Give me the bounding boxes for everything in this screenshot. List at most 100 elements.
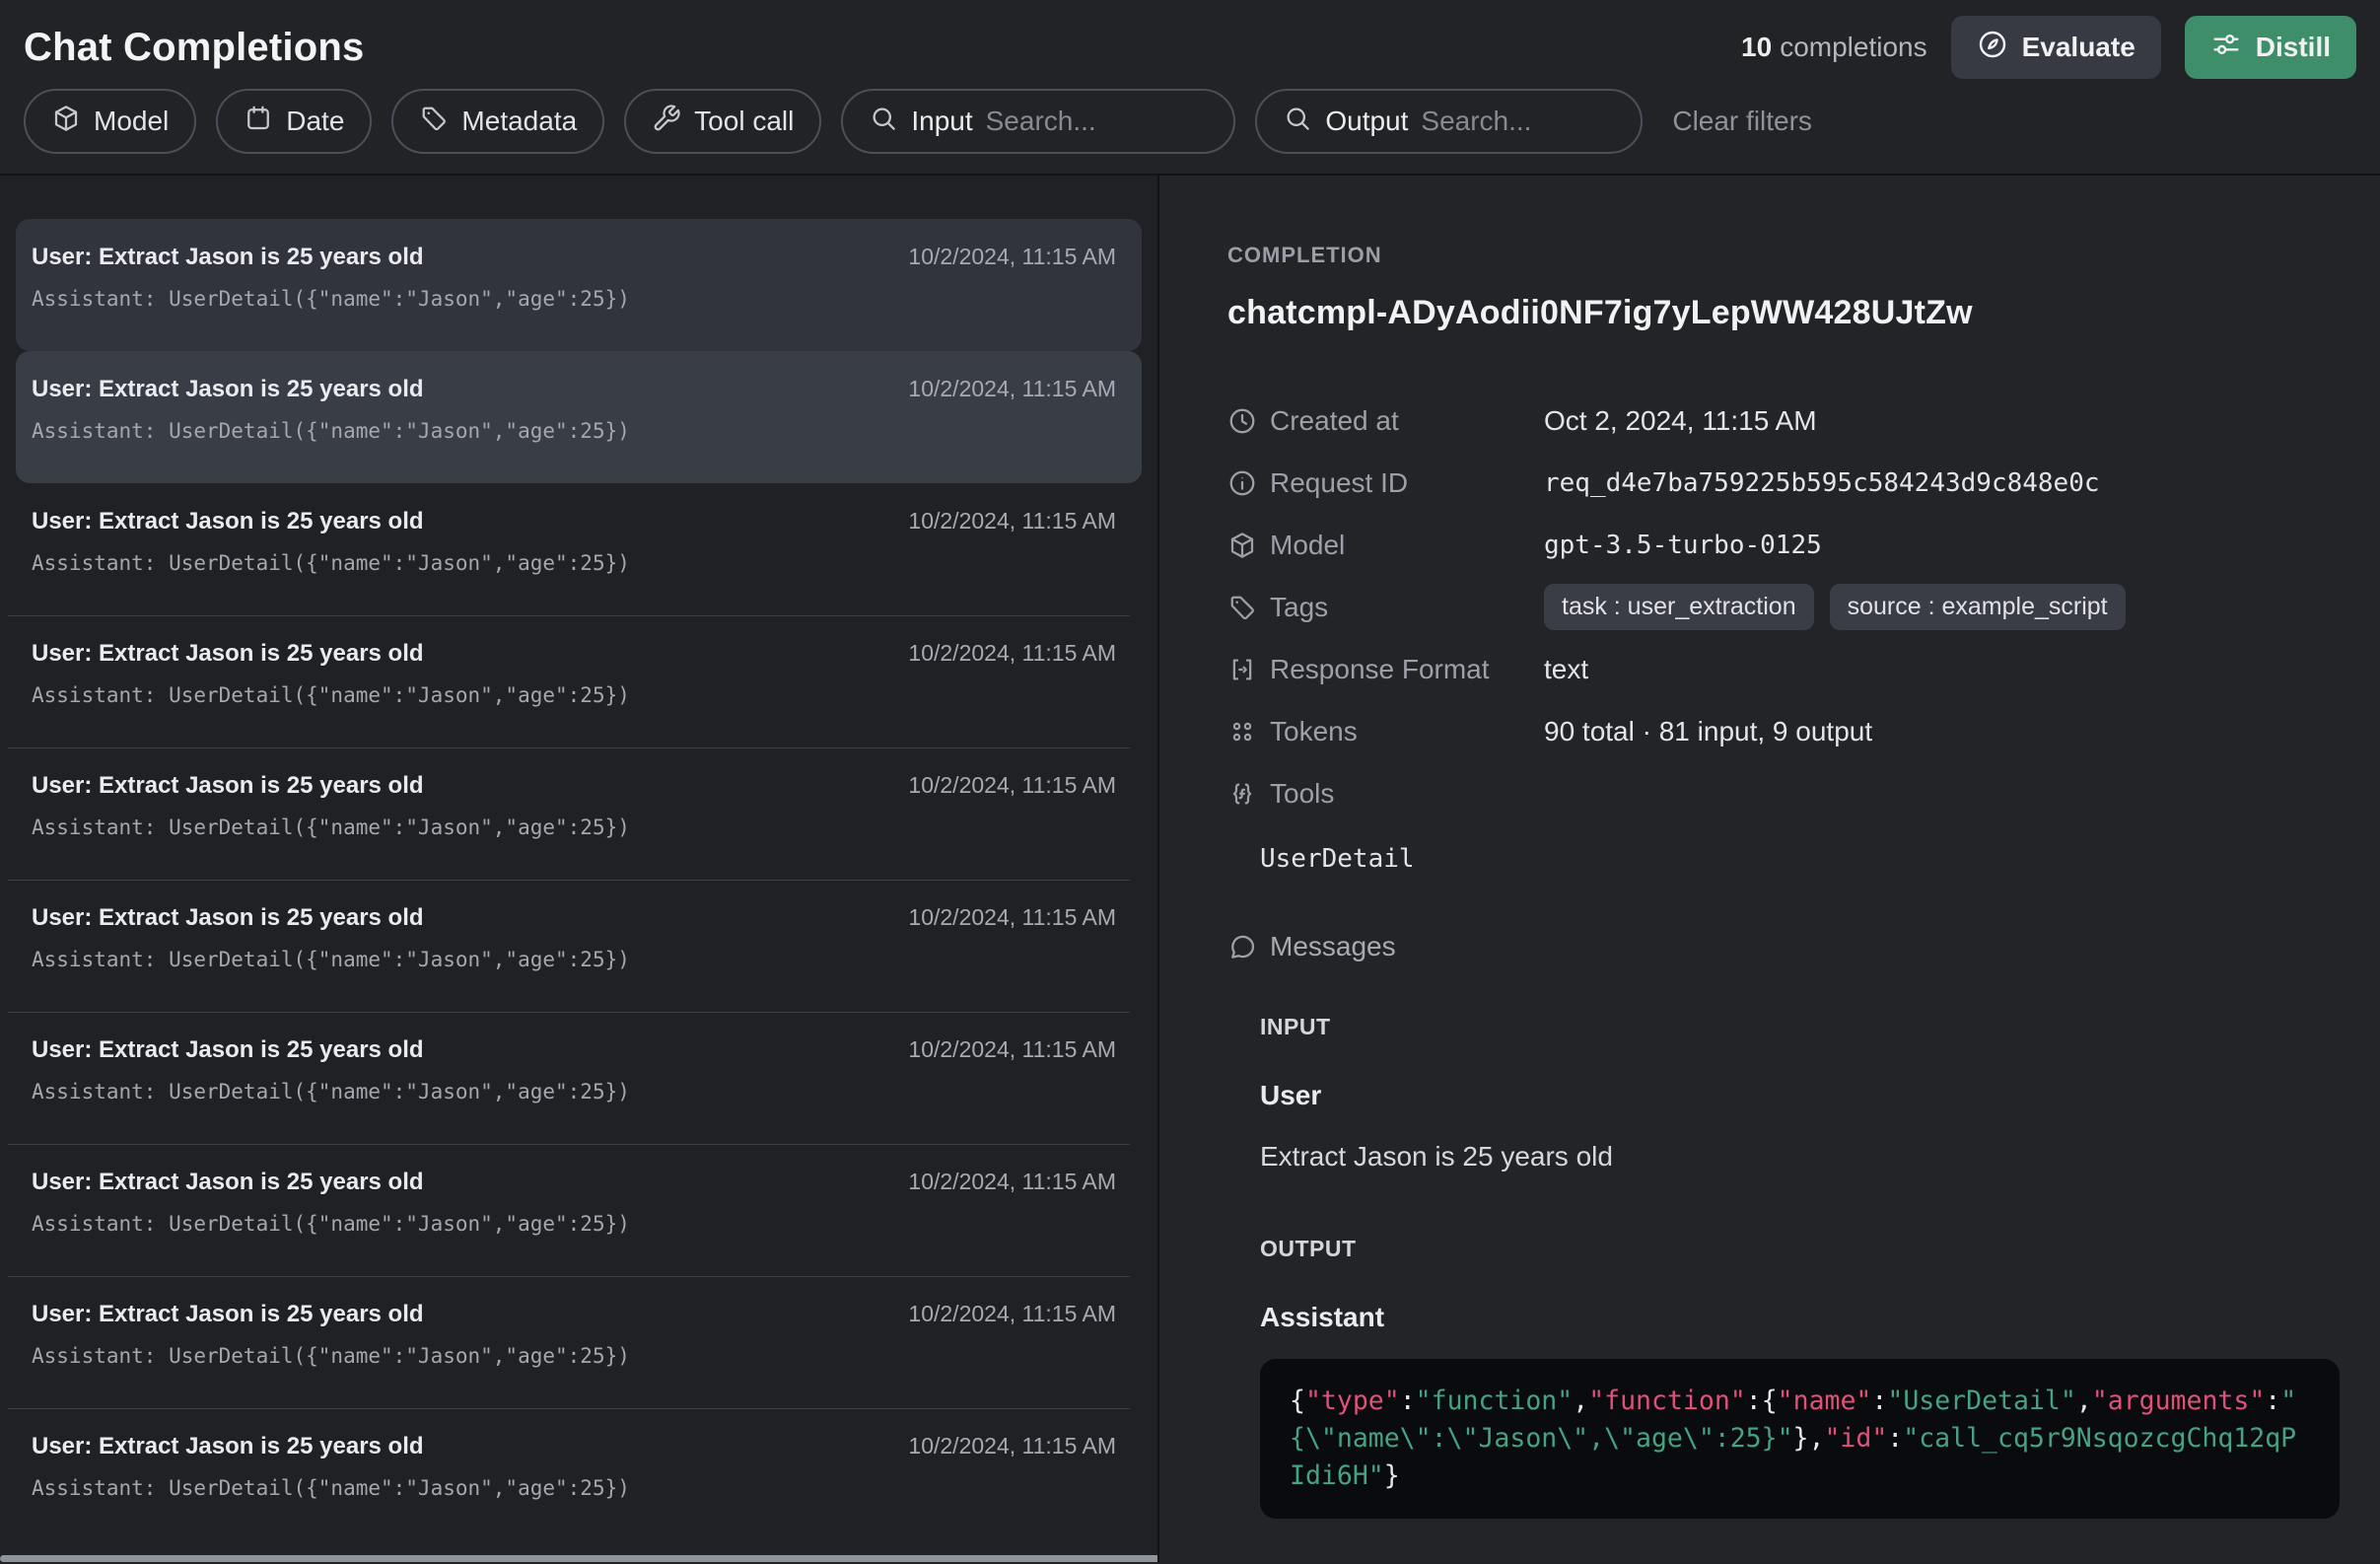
- item-timestamp: 10/2/2024, 11:15 AM: [908, 1169, 1116, 1195]
- completion-id: chatcmpl-ADyAodii0NF7ig7yLepWW428UJtZw: [1227, 294, 2341, 332]
- search-icon: [869, 104, 898, 140]
- item-assistant-text: Assistant: UserDetail({"name":"Jason","a…: [32, 948, 1116, 971]
- wrench-icon: [652, 104, 681, 140]
- field-row-created-at: Created atOct 2, 2024, 11:15 AM: [1227, 390, 2341, 452]
- completions-count: 10 completions: [1741, 32, 1927, 63]
- completion-list-item[interactable]: User: Extract Jason is 25 years old 10/2/…: [16, 483, 1142, 615]
- item-timestamp: 10/2/2024, 11:15 AM: [908, 1433, 1116, 1459]
- field-label: Tools: [1270, 778, 1544, 810]
- calendar-icon: [244, 104, 273, 140]
- compass-icon: [1977, 29, 2008, 67]
- field-label: Response Format: [1270, 654, 1544, 685]
- output-role: Assistant: [1260, 1302, 2341, 1333]
- item-assistant-text: Assistant: UserDetail({"name":"Jason","a…: [32, 683, 1116, 707]
- item-user-text: User: Extract Jason is 25 years old: [32, 376, 424, 403]
- field-value: req_d4e7ba759225b595c584243d9c848e0c: [1544, 468, 2100, 498]
- completion-list-item[interactable]: User: Extract Jason is 25 years old 10/2/…: [16, 351, 1142, 483]
- filter-pill-metadata[interactable]: Metadata: [391, 89, 604, 154]
- field-row-request-id: Request IDreq_d4e7ba759225b595c584243d9c…: [1227, 452, 2341, 514]
- input-section-label: INPUT: [1260, 1014, 2341, 1040]
- input-search[interactable]: Input: [841, 89, 1235, 154]
- item-assistant-text: Assistant: UserDetail({"name":"Jason","a…: [32, 1212, 1116, 1236]
- tag-chip: source : example_script: [1830, 584, 2126, 630]
- field-value: gpt-3.5-turbo-0125: [1544, 531, 1822, 560]
- item-timestamp: 10/2/2024, 11:15 AM: [908, 1301, 1116, 1327]
- clear-filters-link[interactable]: Clear filters: [1672, 106, 1812, 137]
- tools-list: UserDetail: [1260, 844, 2341, 874]
- distill-button[interactable]: Distill: [2185, 16, 2356, 79]
- field-label: Model: [1270, 530, 1544, 561]
- filter-bar: ModelDateMetadataTool call Input Output …: [24, 87, 2356, 156]
- item-timestamp: 10/2/2024, 11:15 AM: [908, 244, 1116, 270]
- completion-list-item[interactable]: User: Extract Jason is 25 years old 10/2/…: [16, 880, 1142, 1012]
- evaluate-button[interactable]: Evaluate: [1951, 16, 2161, 79]
- item-timestamp: 10/2/2024, 11:15 AM: [908, 904, 1116, 931]
- completion-list-item[interactable]: User: Extract Jason is 25 years old10/2/…: [16, 1144, 1142, 1276]
- distill-button-label: Distill: [2256, 32, 2331, 63]
- item-assistant-text: Assistant: UserDetail({"name":"Jason","a…: [32, 816, 1116, 839]
- filter-pill-label: Tool call: [694, 106, 794, 137]
- filter-pill-date[interactable]: Date: [216, 89, 372, 154]
- field-row-tags: Tagstask : user_extractionsource : examp…: [1227, 576, 2341, 638]
- filter-pill-model[interactable]: Model: [24, 89, 196, 154]
- clock-icon: [1227, 406, 1257, 436]
- response-format-icon: [1227, 655, 1257, 684]
- item-assistant-text: Assistant: UserDetail({"name":"Jason","a…: [32, 1080, 1116, 1103]
- completion-list-item[interactable]: User: Extract Jason is 25 years old10/2/…: [16, 1012, 1142, 1144]
- filter-pill-label: Model: [94, 106, 169, 137]
- field-row-tools: Tools: [1227, 762, 2341, 824]
- cube-icon: [1227, 531, 1257, 560]
- field-row-response-format: Response Formattext: [1227, 638, 2341, 700]
- completion-list-item[interactable]: User: Extract Jason is 25 years old 10/2/…: [16, 1276, 1142, 1408]
- item-assistant-text: Assistant: UserDetail({"name":"Jason","a…: [32, 287, 1116, 311]
- completion-list-item[interactable]: User: Extract Jason is 25 years old 10/2/…: [16, 615, 1142, 747]
- completion-list-item[interactable]: User: Extract Jason is 25 years old10/2/…: [16, 1408, 1142, 1540]
- item-assistant-text: Assistant: UserDetail({"name":"Jason","a…: [32, 419, 1116, 443]
- item-user-text: User: Extract Jason is 25 years old: [32, 904, 424, 932]
- chat-bubble-icon: [1227, 932, 1257, 961]
- messages-section-header: Messages: [1227, 931, 2341, 962]
- completion-detail-panel: COMPLETION chatcmpl-ADyAodii0NF7ig7yLepW…: [1159, 176, 2380, 1562]
- item-timestamp: 10/2/2024, 11:15 AM: [908, 508, 1116, 534]
- item-user-text: User: Extract Jason is 25 years old: [32, 508, 424, 535]
- item-user-text: User: Extract Jason is 25 years old: [32, 1301, 424, 1328]
- item-user-text: User: Extract Jason is 25 years old: [32, 772, 424, 800]
- item-user-text: User: Extract Jason is 25 years old: [32, 640, 424, 668]
- input-message-text: Extract Jason is 25 years old: [1260, 1141, 2341, 1173]
- item-timestamp: 10/2/2024, 11:15 AM: [908, 1036, 1116, 1063]
- field-label: Tokens: [1270, 716, 1544, 747]
- item-timestamp: 10/2/2024, 11:15 AM: [908, 772, 1116, 799]
- output-search[interactable]: Output: [1255, 89, 1643, 154]
- output-search-field[interactable]: [1421, 106, 1615, 137]
- tokens-icon: [1227, 717, 1257, 746]
- item-timestamp: 10/2/2024, 11:15 AM: [908, 640, 1116, 667]
- input-search-field[interactable]: [986, 106, 1209, 137]
- completions-count-number: 10: [1741, 32, 1772, 62]
- search-icon: [1283, 104, 1312, 140]
- tag-icon: [1227, 593, 1257, 622]
- item-assistant-text: Assistant: UserDetail({"name":"Jason","a…: [32, 1476, 1116, 1500]
- filter-pill-label: Date: [286, 106, 344, 137]
- messages-label: Messages: [1270, 931, 1396, 962]
- cube-icon: [51, 104, 81, 140]
- filter-pill-tool-call[interactable]: Tool call: [624, 89, 821, 154]
- completion-section-label: COMPLETION: [1227, 243, 2341, 268]
- braces-icon: [1227, 779, 1257, 809]
- item-assistant-text: Assistant: UserDetail({"name":"Jason","a…: [32, 1344, 1116, 1368]
- app-header: Chat Completions 10completions Evaluate …: [0, 0, 2380, 176]
- tool-name: UserDetail: [1260, 844, 2341, 874]
- completion-list-item[interactable]: User: Extract Jason is 25 years old10/2/…: [16, 219, 1142, 351]
- item-timestamp: 10/2/2024, 11:15 AM: [908, 376, 1116, 402]
- completions-count-label: completions: [1780, 32, 1926, 62]
- completion-list-item[interactable]: User: Extract Jason is 25 years old 10/2/…: [16, 747, 1142, 880]
- input-role: User: [1260, 1080, 2341, 1111]
- item-assistant-text: Assistant: UserDetail({"name":"Jason","a…: [32, 551, 1116, 575]
- field-row-model: Modelgpt-3.5-turbo-0125: [1227, 514, 2341, 576]
- field-label: Created at: [1270, 405, 1544, 437]
- field-value: text: [1544, 654, 1588, 685]
- horizontal-scrollbar[interactable]: [0, 1555, 1159, 1562]
- field-label: Request ID: [1270, 467, 1544, 499]
- field-row-tokens: Tokens90 total · 81 input, 9 output: [1227, 700, 2341, 762]
- completion-fields: Created atOct 2, 2024, 11:15 AMRequest I…: [1227, 390, 2341, 824]
- tag-chips: task : user_extractionsource : example_s…: [1544, 584, 2126, 630]
